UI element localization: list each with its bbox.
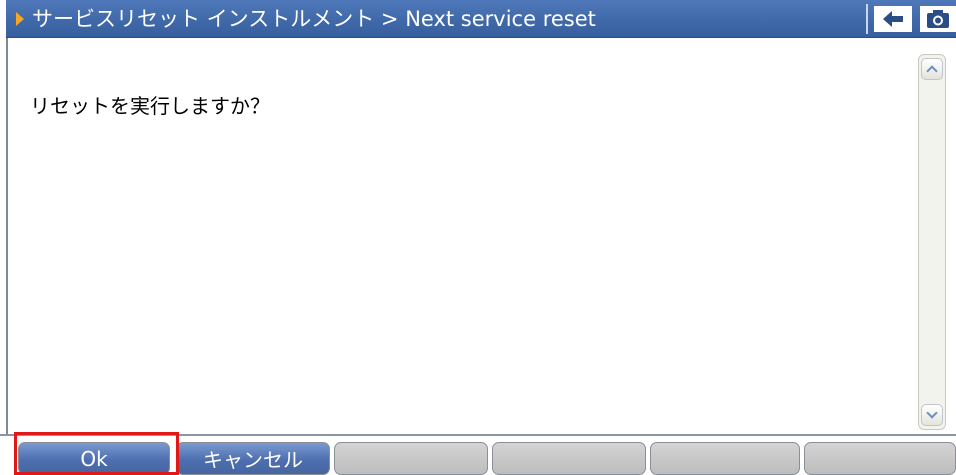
message-panel: リセットを実行しますか？ <box>6 38 956 434</box>
scroll-down-button[interactable] <box>921 404 943 426</box>
camera-button[interactable] <box>920 6 956 32</box>
back-button[interactable] <box>874 6 912 32</box>
empty-button-6 <box>804 442 956 475</box>
camera-icon <box>927 10 949 28</box>
empty-button-5 <box>650 442 800 475</box>
title-separator <box>866 4 868 34</box>
title-bar: サービスリセット インストルメント > Next service reset <box>6 0 956 38</box>
empty-button-4 <box>492 442 646 475</box>
scroll-up-button[interactable] <box>921 58 943 80</box>
empty-button-3 <box>334 442 488 475</box>
ok-highlight-box <box>14 432 179 475</box>
breadcrumb-arrow-icon <box>16 12 24 26</box>
vertical-scrollbar[interactable] <box>918 54 946 430</box>
back-arrow-icon <box>883 11 903 27</box>
chevron-down-icon <box>926 407 938 419</box>
chevron-up-icon <box>926 65 938 77</box>
confirm-message: リセットを実行しますか？ <box>30 94 270 118</box>
breadcrumb-title: サービスリセット インストルメント > Next service reset <box>32 7 596 31</box>
cancel-button[interactable]: キャンセル <box>176 442 330 475</box>
